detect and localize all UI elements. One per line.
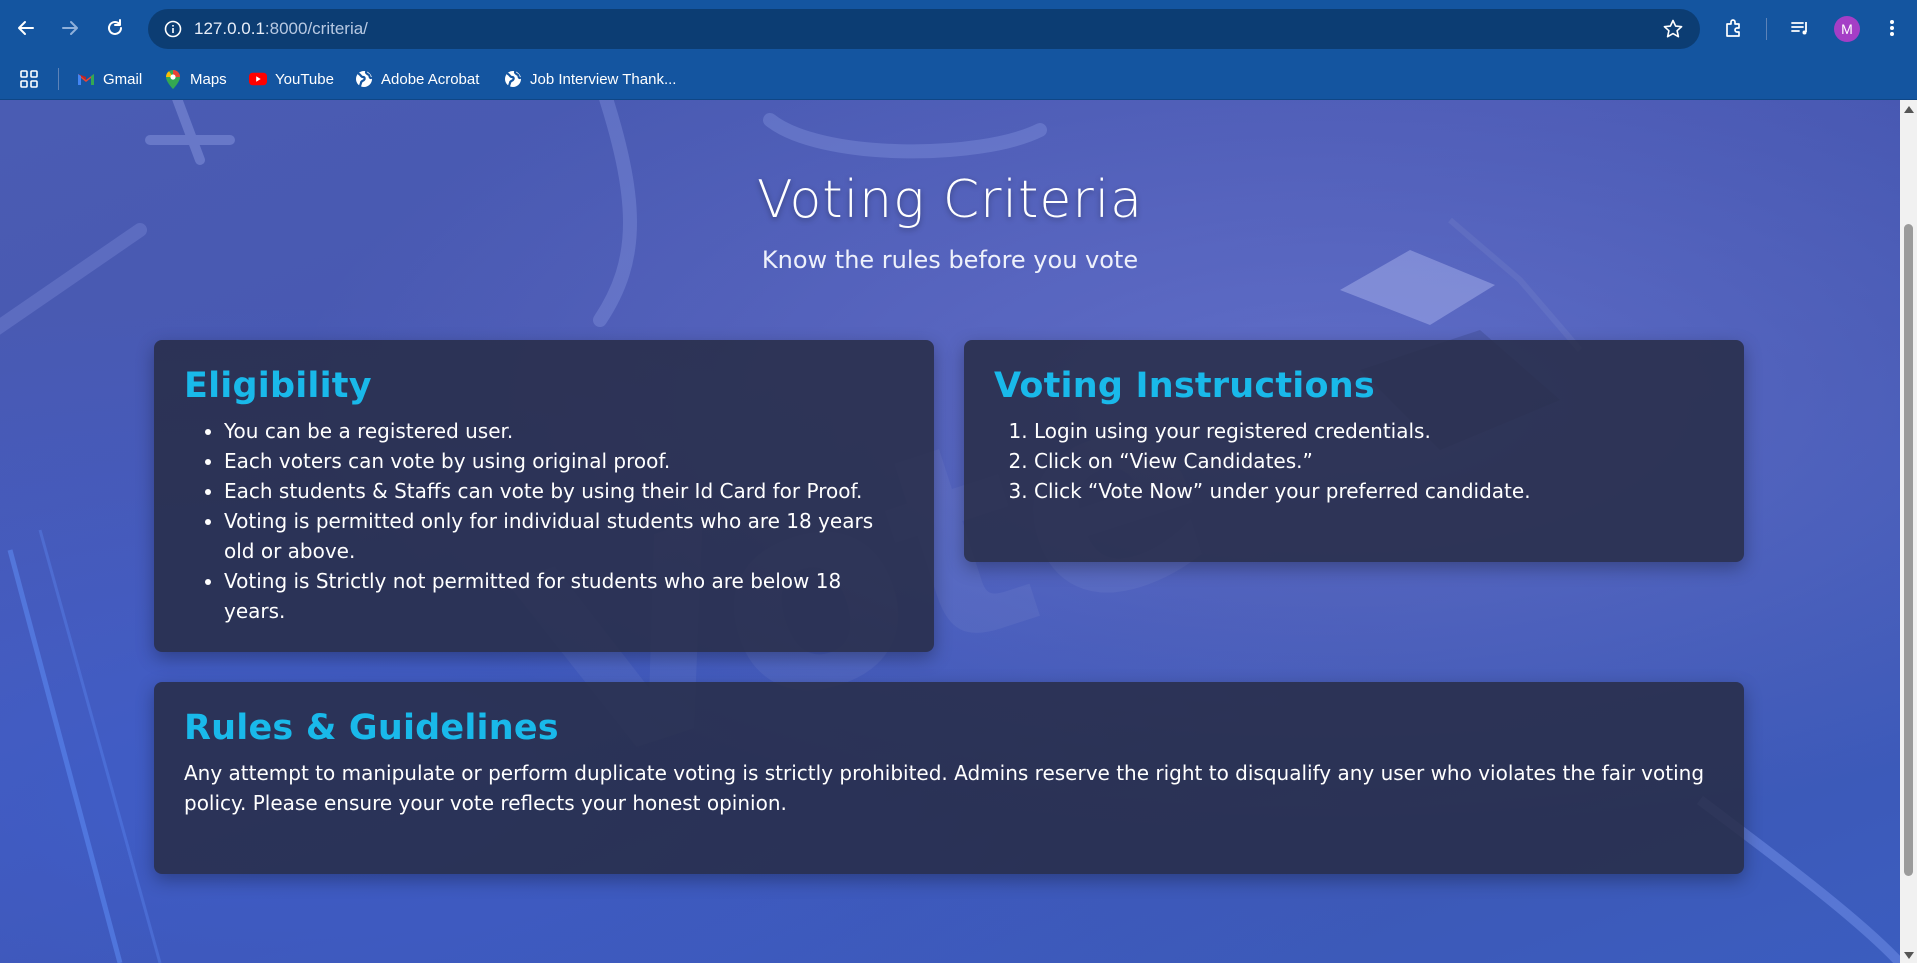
list-item: Login using your registered credentials.: [1034, 416, 1714, 446]
forward-button[interactable]: [55, 13, 85, 43]
url-path: :8000/criteria/: [264, 19, 368, 38]
list-item: Voting is Strictly not permitted for stu…: [224, 566, 904, 626]
media-controls-button[interactable]: [1786, 14, 1814, 42]
globe-icon: [504, 70, 522, 88]
arrow-left-icon: [18, 21, 34, 35]
eligibility-list: You can be a registered user. Each voter…: [184, 416, 904, 626]
bookmark-star-icon[interactable]: [1662, 18, 1684, 40]
list-item: Click “Vote Now” under your preferred ca…: [1034, 476, 1714, 506]
puzzle-icon: [1726, 19, 1740, 37]
profile-avatar[interactable]: M: [1834, 16, 1860, 42]
url-text[interactable]: 127.0.0.1:8000/criteria/: [194, 19, 368, 39]
reload-icon: [108, 19, 122, 35]
scroll-up-arrow-icon[interactable]: [1904, 106, 1914, 113]
bookmark-label: YouTube: [275, 70, 334, 88]
list-item: Each students & Staffs can vote by using…: [224, 476, 904, 506]
list-item: Voting is permitted only for individual …: [224, 506, 904, 566]
page-subtitle: Know the rules before you vote: [761, 246, 1139, 274]
arrow-right-icon: [62, 21, 78, 35]
bookmark-youtube[interactable]: YouTube: [249, 66, 334, 92]
bookmark-job-interview[interactable]: Job Interview Thank...: [504, 66, 676, 92]
maps-icon: [164, 69, 182, 89]
scrollbar-thumb[interactable]: [1904, 224, 1913, 876]
apps-button[interactable]: [19, 66, 39, 92]
rules-guidelines-card: Rules & Guidelines Any attempt to manipu…: [154, 682, 1744, 874]
bookmark-adobe-acrobat[interactable]: Adobe Acrobat: [355, 66, 479, 92]
eligibility-heading: Eligibility: [184, 366, 372, 406]
reload-button[interactable]: [100, 13, 130, 43]
voting-instructions-heading: Voting Instructions: [994, 366, 1375, 406]
instructions-list: Login using your registered credentials.…: [994, 416, 1714, 506]
list-item: You can be a registered user.: [224, 416, 904, 446]
apps-grid-icon: [20, 70, 38, 88]
bookmark-label: Job Interview Thank...: [530, 70, 677, 88]
page-title: Voting Criteria: [756, 170, 1144, 230]
youtube-icon: [249, 70, 267, 88]
bookmark-maps[interactable]: Maps: [164, 66, 227, 92]
page-scrollbar[interactable]: [1900, 100, 1917, 963]
voting-instructions-card: Voting Instructions Login using your reg…: [964, 340, 1744, 562]
list-item: Click on “View Candidates.”: [1034, 446, 1714, 476]
rules-heading: Rules & Guidelines: [184, 708, 559, 748]
scroll-down-arrow-icon[interactable]: [1904, 952, 1914, 959]
bookmark-label: Adobe Acrobat: [381, 70, 480, 88]
bookmark-label: Maps: [190, 70, 227, 88]
playlist-icon: [1791, 22, 1807, 35]
extensions-button[interactable]: [1720, 14, 1748, 42]
globe-icon: [355, 70, 373, 88]
more-vertical-icon: [1890, 20, 1894, 36]
bookmarks-divider: [58, 68, 59, 90]
back-button[interactable]: [11, 13, 41, 43]
page-viewport: Vote Voting Criteria Know the rules befo…: [0, 100, 1900, 963]
list-item: Each voters can vote by using original p…: [224, 446, 904, 476]
site-info-icon[interactable]: [162, 18, 184, 40]
url-host: 127.0.0.1: [194, 19, 265, 38]
rules-text: Any attempt to manipulate or perform dup…: [184, 761, 1705, 815]
toolbar-divider: [1766, 18, 1767, 40]
browser-toolbar: 127.0.0.1:8000/criteria/ M: [0, 0, 1917, 58]
browser-menu-button[interactable]: [1878, 14, 1906, 42]
eligibility-card: Eligibility You can be a registered user…: [154, 340, 934, 652]
bookmark-gmail[interactable]: Gmail: [77, 66, 142, 92]
address-bar[interactable]: 127.0.0.1:8000/criteria/: [148, 9, 1700, 49]
gmail-icon: [77, 70, 95, 88]
bookmarks-bar: Gmail Maps YouTube Adobe Acrobat Job Int…: [0, 58, 1917, 100]
bookmark-label: Gmail: [103, 70, 143, 88]
